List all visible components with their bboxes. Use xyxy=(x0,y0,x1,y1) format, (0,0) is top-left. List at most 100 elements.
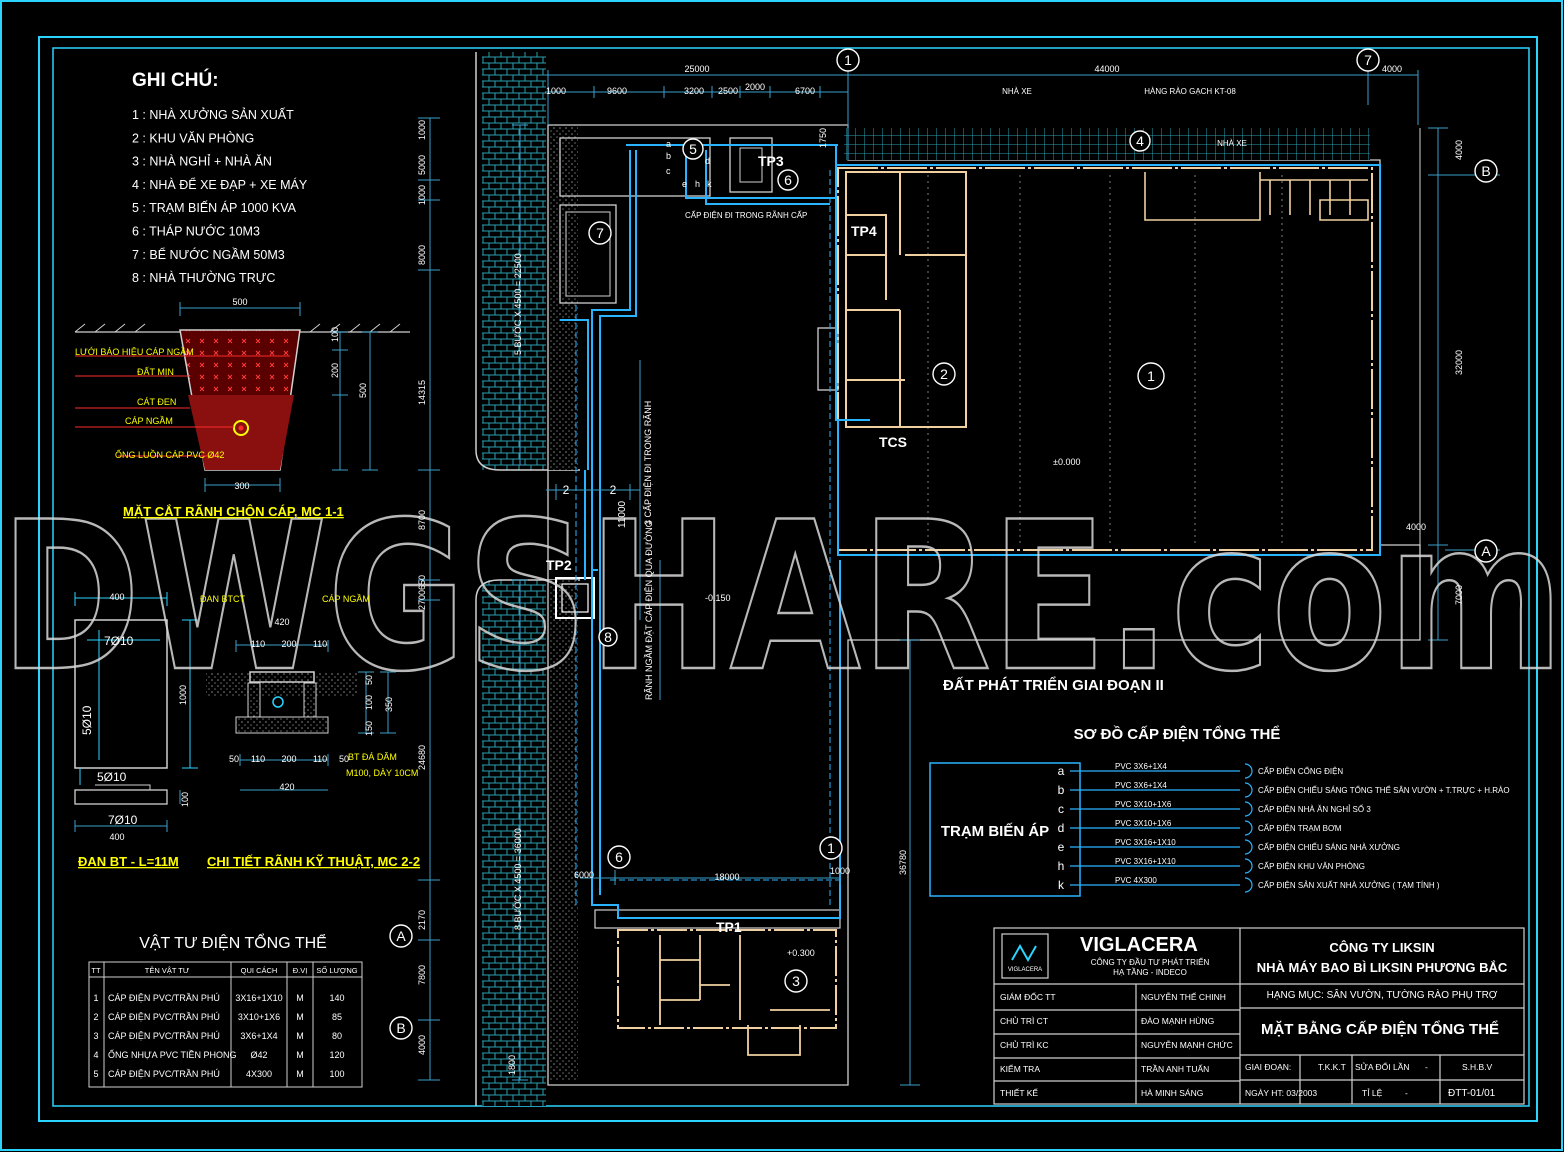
building-number: 8 xyxy=(604,629,612,645)
site-dim: 32000 xyxy=(1454,350,1464,375)
stage-label: GIAI ĐOẠN: xyxy=(1245,1062,1291,1072)
site-dim: 7000 xyxy=(1454,585,1464,605)
site-dim: 4000 xyxy=(1382,64,1402,74)
materials-cell: M xyxy=(296,1069,304,1079)
brand-name: VIGLACERA xyxy=(1080,934,1198,956)
sheet-number: ĐTT-01/01 xyxy=(1448,1088,1496,1099)
materials-cell: 85 xyxy=(332,1012,342,1022)
trench-dim: 300 xyxy=(234,481,249,491)
feeder-letter: e xyxy=(682,179,687,189)
level-label: -0.150 xyxy=(705,593,731,603)
channel-dim: 420 xyxy=(274,617,289,627)
power-line-target: CẤP ĐIỆN NHÀ ĂN NGHỈ SỐ 3 xyxy=(1258,804,1371,814)
building-number: 7 xyxy=(596,225,604,241)
channel-title: CHI TIẾT RÃNH KỸ THUẬT, MC 2-2 xyxy=(207,854,420,869)
rebar-label: 5Ø10 xyxy=(97,770,127,784)
site-dim: 1800 xyxy=(507,1055,517,1075)
role-name: NGUYỄN THẾ CHINH xyxy=(1141,991,1226,1002)
site-dim: 1000 xyxy=(417,120,427,140)
viglacera-logo-icon xyxy=(1011,943,1037,963)
site-label: CẤP ĐIỆN ĐI TRONG RÃNH CẤP xyxy=(685,210,807,220)
site-dim: 8000 xyxy=(417,245,427,265)
materials-cell: ỐNG NHỰA PVC TIỀN PHONG xyxy=(108,1049,237,1060)
channel-label: ĐAN BTCT xyxy=(200,594,246,604)
site-dim: 44000 xyxy=(1094,64,1119,74)
materials-cell: 3 xyxy=(93,1031,98,1041)
office-block xyxy=(845,171,967,428)
trench-label: CÁP NGẦM xyxy=(125,416,173,426)
note-item: 2 : KHU VĂN PHÒNG xyxy=(132,130,254,145)
materials-cell: 4X300 xyxy=(246,1069,272,1079)
site-label: NHÀ XE xyxy=(1217,139,1247,148)
materials-cell: M xyxy=(296,1031,304,1041)
site-note: 5 BƯỚC X 4500 = 22500 xyxy=(513,253,523,355)
power-line-id: b xyxy=(1058,783,1065,797)
materials-cell: CÁP ĐIỆN PVC/TRẦN PHÚ xyxy=(108,1069,220,1079)
channel-dim: 350 xyxy=(384,697,394,712)
site-dim: 9600 xyxy=(607,86,627,96)
power-line-cable: PVC 3X10+1X6 xyxy=(1115,800,1172,809)
power-line-cable: PVC 3X16+1X10 xyxy=(1115,857,1176,866)
site-dim: 7800 xyxy=(417,965,427,985)
power-line-id: a xyxy=(1058,764,1065,778)
materials-cell: CÁP ĐIỆN PVC/TRẦN PHÚ xyxy=(108,1012,220,1022)
site-note: 11000 xyxy=(617,500,628,528)
site-label: 2 xyxy=(610,483,617,497)
site-dim: 25000 xyxy=(684,64,709,74)
role: KIỂM TRA xyxy=(1000,1063,1040,1074)
site-dim: 650 xyxy=(417,575,427,590)
stage: T.K.K.T xyxy=(1318,1062,1346,1072)
site-dim: 8700 xyxy=(417,510,427,530)
site-label: 2 xyxy=(563,483,570,497)
note-item: 7 : BỂ NƯỚC NGẦM 50M3 xyxy=(132,247,285,262)
building-number: 5 xyxy=(689,141,697,157)
channel-label: M100, DÀY 10CM xyxy=(346,768,418,778)
scale: - xyxy=(1405,1088,1408,1098)
site-note: 8 BƯỚC X 4500 = 36000 xyxy=(513,828,523,930)
site-dim: 2170 xyxy=(417,910,427,930)
materials-header: QUI CÁCH xyxy=(241,966,278,975)
power-line-id: d xyxy=(1058,821,1065,835)
site-dim: 3200 xyxy=(684,86,704,96)
date: NGÀY HT: 03/2003 xyxy=(1245,1088,1317,1098)
phase2-label: ĐẤT PHÁT TRIỂN GIAI ĐOẠN II xyxy=(943,676,1164,694)
materials-cell: 100 xyxy=(329,1069,344,1079)
site-note: 3 CẤP ĐIỆN ĐI TRONG RÃNH xyxy=(643,401,653,525)
drawing-title: MẶT BẰNG CẤP ĐIỆN TỔNG THỂ xyxy=(1261,1020,1499,1038)
slab-dim: 400 xyxy=(109,832,124,842)
client: CÔNG TY LIKSIN xyxy=(1329,940,1434,955)
site-dim: 2500 xyxy=(718,86,738,96)
channel-dim: 100 xyxy=(364,695,374,710)
feeder-letter: c xyxy=(666,166,671,176)
office-walls xyxy=(846,172,966,427)
cad-drawing: DWGSHARE.com GHI CHÚ:1 : NHÀ XƯỞNG SẢN X… xyxy=(0,0,1564,1151)
power-line-id: e xyxy=(1058,840,1065,854)
channel-dim: 200 xyxy=(281,754,296,764)
channel-dim: 110 xyxy=(313,754,327,764)
feeder-letter: h xyxy=(695,179,700,189)
note-item: 6 : THÁP NƯỚC 10M3 xyxy=(132,224,260,239)
materials-cell: 3X10+1X6 xyxy=(238,1012,280,1022)
power-line-target: CẤP ĐIỆN CỔNG ĐIỆN xyxy=(1258,766,1343,776)
trench-dim: 500 xyxy=(232,297,247,307)
materials-cell: M xyxy=(296,1050,304,1060)
site-label: HÀNG RÀO GẠCH KT-08 xyxy=(1144,87,1236,96)
trench-label: LƯỚI BÁO HIỆU CÁP NGẦM xyxy=(75,347,194,357)
subsidiary: HẠ TẦNG - INDECO xyxy=(1113,967,1187,977)
materials-cell: M xyxy=(296,1012,304,1022)
project: NHÀ MÁY BAO BÌ LIKSIN PHƯƠNG BẮC xyxy=(1257,960,1508,975)
site-dim: 1750 xyxy=(818,128,828,148)
power-line-target: CẤP ĐIỆN KHU VĂN PHÒNG xyxy=(1258,861,1365,871)
level-label: +0.300 xyxy=(787,948,815,958)
site-dim: 1000 xyxy=(417,185,427,205)
materials-cell: 3X16+1X10 xyxy=(235,993,282,1003)
trench-title: MẶT CẮT RÃNH CHÔN CÁP, MC 1-1 xyxy=(123,504,344,519)
code: S.H.B.V xyxy=(1462,1062,1493,1072)
power-line-cable: PVC 3X6+1X4 xyxy=(1115,781,1167,790)
sidewalk-upper xyxy=(548,125,578,470)
grid-bubble: 7 xyxy=(1364,52,1372,68)
role: CHỦ TRÌ KC xyxy=(1000,1039,1049,1050)
power-line-cable: PVC 3X6+1X4 xyxy=(1115,762,1167,771)
role-name: ĐÀO MẠNH HÙNG xyxy=(1141,1016,1214,1026)
power-line-id: c xyxy=(1058,802,1064,816)
